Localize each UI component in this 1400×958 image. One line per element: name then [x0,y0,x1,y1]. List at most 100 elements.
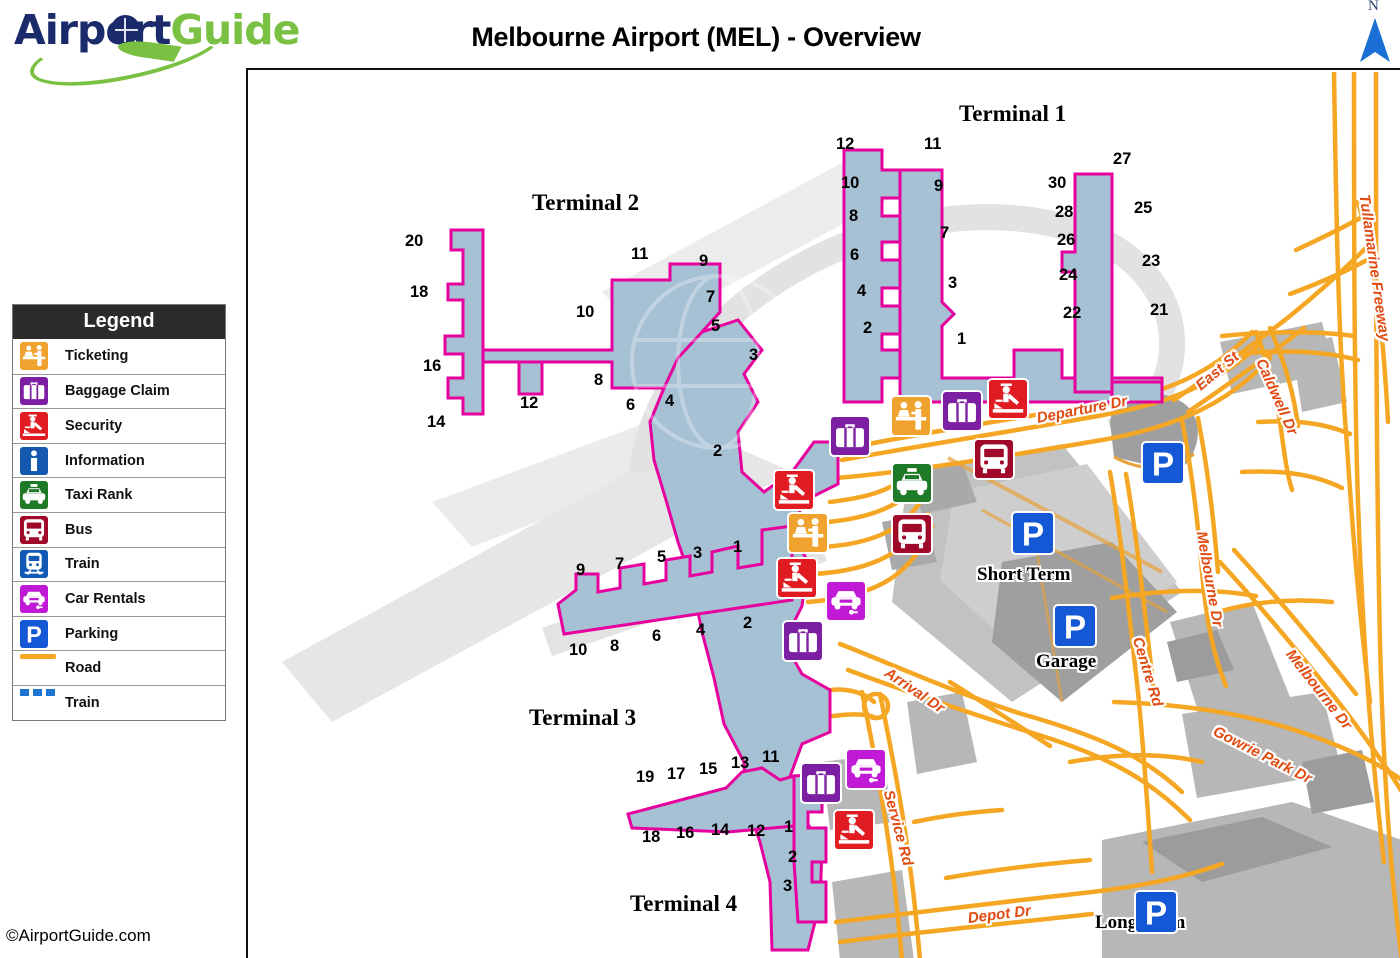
svg-text:P: P [1064,609,1086,646]
gate-number-label: 3 [783,877,793,895]
legend-label: Train [65,694,100,711]
gate-number-label: 9 [576,561,586,579]
gate-number-label: 6 [652,627,662,645]
legend-row-information: Information [13,442,225,478]
svg-text:P: P [1145,895,1167,932]
map-security-icon[interactable] [778,559,816,597]
legend-row-security: Security [13,408,225,443]
gate-number-label: 8 [594,371,604,389]
map-baggage-claim-icon[interactable] [943,392,981,430]
gate-number-label: 5 [711,317,721,335]
terminal-name-label: Terminal 4 [630,891,738,916]
information-icon [20,446,48,475]
svg-text:P: P [26,621,42,647]
car-rentals-icon [20,584,48,613]
legend-label: Security [65,417,123,434]
terminal-name-label: Terminal 1 [959,101,1067,126]
gate-number-label: 3 [749,346,759,364]
gate-number-label: 22 [1063,304,1082,322]
gate-number-label: 18 [642,828,661,846]
train-icon [20,550,48,579]
north-label: N [1368,0,1379,14]
map-car-rentals-icon[interactable] [827,582,865,620]
map-parking-icon[interactable]: P [1143,443,1183,483]
gate-number-label: 5 [657,548,667,566]
terminal-name-label: Terminal 2 [532,190,640,215]
road-color-swatch [20,654,56,660]
north-arrow-icon: N [1352,0,1398,68]
parking-area-label: Garage [1036,651,1097,672]
legend-row-taxi-rank: Taxi Rank [13,477,225,512]
gate-number-label: 6 [850,246,860,264]
copyright-text: ©AirportGuide.com [6,926,151,945]
map-security-icon[interactable] [835,811,873,849]
gate-number-label: 1 [784,818,794,836]
gate-number-label: 10 [576,303,595,321]
gate-number-label: 11 [924,135,942,153]
map-baggage-claim-icon[interactable] [831,417,869,455]
gate-number-label: 3 [693,544,703,562]
map-car-rentals-icon[interactable] [847,750,885,788]
gate-number-label: 27 [1113,150,1132,168]
legend-label: Baggage Claim [65,383,170,400]
airport-map[interactable]: Terminal 1 Terminal 2 Terminal 3 Terminal 4… [246,68,1400,958]
parking-icon: P [20,619,48,648]
airportguide-logo: AirportGuide [8,2,300,100]
gate-number-label: 7 [615,555,625,573]
map-baggage-claim-icon[interactable] [802,764,840,802]
gate-number-label: 4 [665,392,675,410]
legend-label: Ticketing [65,348,129,365]
bus-icon [20,515,48,544]
security-icon [20,411,48,440]
gate-number-label: 25 [1134,199,1153,217]
gate-number-label: 3 [948,274,958,292]
gate-number-label: 2 [863,319,873,337]
svg-text:P: P [1022,516,1044,553]
gate-number-label: 21 [1150,301,1169,319]
parking-area-label: Short Term [977,564,1071,585]
gate-number-label: 9 [934,177,944,195]
gate-number-label: 23 [1142,252,1161,270]
map-parking-icon[interactable]: P [1136,892,1176,932]
gate-number-label: 12 [747,822,766,840]
gate-number-label: 7 [940,224,950,242]
map-security-icon[interactable] [989,380,1027,418]
gate-number-label: 7 [706,288,716,306]
map-taxi-rank-icon[interactable] [893,464,931,502]
legend-title: Legend [13,305,225,339]
map-parking-icon[interactable]: P [1013,513,1053,553]
map-bus-icon[interactable] [975,440,1013,478]
gate-number-label: 28 [1055,203,1074,221]
map-ticketing-icon[interactable] [789,514,827,552]
legend-label: Taxi Rank [65,487,133,504]
gate-number-label: 8 [849,207,859,225]
map-baggage-claim-icon[interactable] [784,622,822,660]
taxi-rank-icon [20,481,48,510]
gate-number-label: 19 [636,768,655,786]
baggage-claim-icon [20,377,48,406]
legend-row-train: Train [13,684,225,720]
train-swatch [20,688,56,717]
legend-label: Information [65,452,145,469]
gate-number-label: 12 [836,135,855,153]
gate-number-label: 16 [423,357,442,375]
gate-number-label: 2 [713,442,723,460]
gate-number-label: 30 [1048,174,1067,192]
map-bus-icon[interactable] [893,515,931,553]
train-color-swatch [20,688,56,696]
gate-number-label: 11 [631,245,649,263]
legend-row-baggage-claim: Baggage Claim [13,373,225,409]
legend-row-car-rentals: Car Rentals [13,581,225,616]
gate-number-label: 10 [569,641,588,659]
legend-row-road: Road [13,650,225,685]
legend-label: Parking [65,625,119,642]
gate-number-label: 20 [405,232,424,250]
gate-number-label: 4 [696,621,706,639]
terminal-name-label: Terminal 3 [529,705,637,730]
svg-text:P: P [1152,446,1174,483]
map-ticketing-icon[interactable] [892,397,930,435]
gate-number-label: 15 [699,760,718,778]
map-parking-icon[interactable]: P [1055,606,1095,646]
map-security-icon[interactable] [775,471,813,509]
legend-row-parking: P Parking [13,615,225,651]
